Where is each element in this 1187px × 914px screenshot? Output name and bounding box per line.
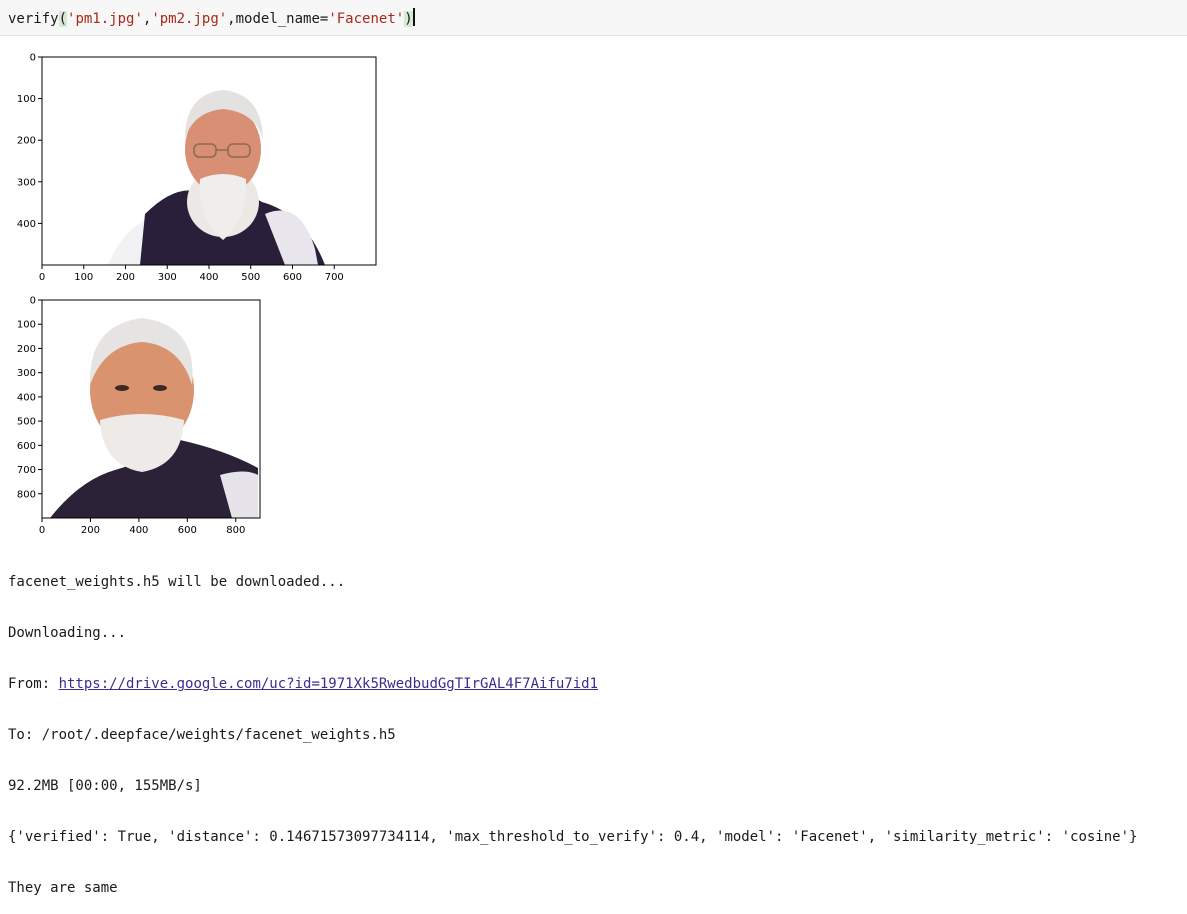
y-tick-label: 0 — [30, 53, 36, 64]
x-tick-label: 0 — [39, 525, 45, 535]
y-tick-label: 400 — [17, 392, 36, 403]
x-tick-label: 200 — [116, 272, 135, 283]
x-tick-label: 200 — [81, 525, 100, 535]
code-line[interactable]: verify('pm1.jpg','pm2.jpg',model_name='F… — [8, 8, 415, 29]
y-tick-label: 700 — [17, 465, 36, 476]
text-cursor — [412, 8, 415, 26]
cell-output: facenet_weights.h5 will be downloaded...… — [8, 540, 1178, 914]
y-tick-label: 400 — [17, 219, 36, 230]
portrait-photo-2 — [42, 300, 260, 518]
download-link[interactable]: https://drive.google.com/uc?id=1971Xk5Rw… — [59, 676, 598, 692]
x-tick-label: 300 — [158, 272, 177, 283]
code-arg-image2: 'pm2.jpg' — [151, 11, 228, 27]
output-from-label: From: — [8, 676, 59, 692]
y-tick-label: 300 — [17, 177, 36, 188]
x-tick-label: 800 — [226, 525, 245, 535]
image-plot-1-svg: 0 100 200 300 400 500 600 700 0 100 200 300 400 — [17, 53, 377, 283]
x-tick-label: 0 — [39, 272, 45, 283]
x-tick-label: 400 — [129, 525, 148, 535]
y-tick-label: 200 — [17, 136, 36, 147]
x-tick-label: 600 — [283, 272, 302, 283]
x-tick-label: 400 — [199, 272, 218, 283]
image-plot-2: 0 200 400 600 800 0 100 200 300 400 500 600 700 800 — [0, 290, 280, 535]
code-keyword-arg: ,model_name= — [227, 11, 329, 27]
output-downloading: Downloading... — [8, 625, 127, 641]
y-tick-label: 500 — [17, 417, 36, 428]
y-tick-label: 300 — [17, 368, 36, 379]
code-arg-image1: 'pm1.jpg' — [67, 11, 143, 27]
y-tick-label: 0 — [30, 296, 36, 307]
y-tick-label: 200 — [17, 344, 36, 355]
output-progress: 92.2MB [00:00, 155MB/s] — [8, 778, 202, 794]
code-input-cell[interactable]: verify('pm1.jpg','pm2.jpg',model_name='F… — [0, 0, 1187, 36]
output-from-line: From: https://drive.google.com/uc?id=197… — [8, 676, 1178, 693]
code-arg-model-name: 'Facenet' — [328, 11, 405, 27]
x-tick-label: 600 — [178, 525, 197, 535]
output-weights-notice: facenet_weights.h5 will be downloaded... — [8, 574, 346, 590]
y-tick-label: 100 — [17, 94, 36, 105]
code-close-paren: ) — [404, 11, 413, 27]
image-plot-2-svg: 0 200 400 600 800 0 100 200 300 400 500 600 700 800 — [17, 296, 261, 535]
x-tick-label: 500 — [241, 272, 260, 283]
x-tick-label: 100 — [74, 272, 93, 283]
output-final-message: They are same — [8, 880, 118, 896]
y-tick-label: 600 — [17, 441, 36, 452]
code-function-name: verify — [8, 11, 59, 27]
y-tick-label: 800 — [17, 489, 36, 500]
y-tick-label: 100 — [17, 320, 36, 331]
output-to-line: To: /root/.deepface/weights/facenet_weig… — [8, 727, 396, 743]
x-tick-label: 700 — [325, 272, 344, 283]
code-open-paren: ( — [58, 11, 68, 27]
portrait-photo-1 — [42, 57, 376, 265]
image-plot-1: 0 100 200 300 400 500 600 700 0 100 200 300 400 — [0, 44, 400, 284]
output-result-dict: {'verified': True, 'distance': 0.1467157… — [8, 829, 1138, 845]
